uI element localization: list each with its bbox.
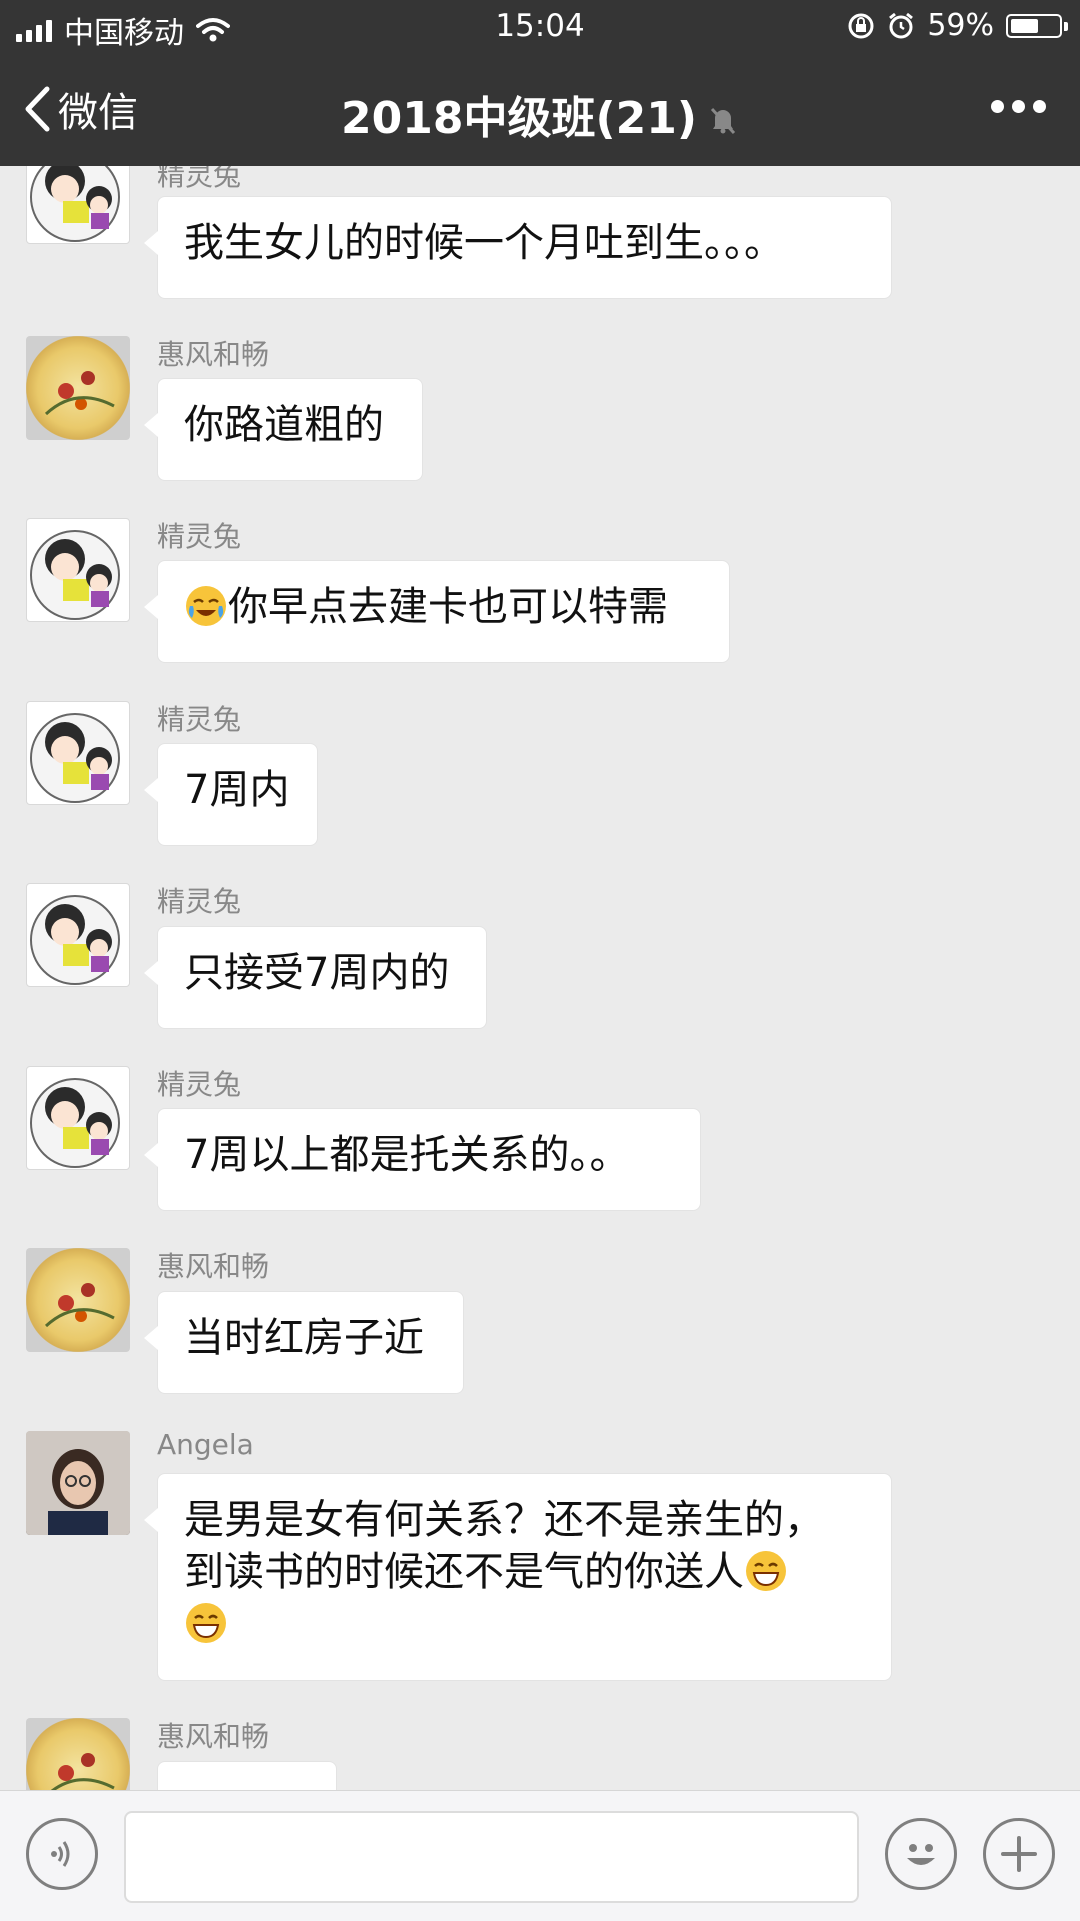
grinning-emoji: [746, 1551, 786, 1591]
plus-icon: [1001, 1836, 1037, 1872]
message-text: 7周以上都是托关系的。。: [184, 1132, 630, 1178]
girl-avatar[interactable]: [26, 1066, 130, 1170]
message-bubble[interactable]: 当时红房子近: [144, 1291, 464, 1394]
sender-name: Angela: [157, 1428, 254, 1461]
message-text-line: 到读书的时候还不是气的你送人: [184, 1546, 865, 1598]
flower-avatar[interactable]: [26, 1248, 130, 1352]
message-text-line: [184, 1598, 865, 1650]
message-text: 你早点去建卡也可以特需: [228, 584, 668, 630]
chat-title: 2018中级班(21): [0, 82, 1080, 147]
status-right: 59%: [847, 8, 1068, 43]
message-bubble[interactable]: 只接受7周内的: [144, 926, 487, 1029]
status-bar: 中国移动 15:04 59%: [0, 0, 1080, 54]
input-bar: [0, 1790, 1080, 1921]
crying-laughing-emoji: [186, 586, 226, 626]
message-bubble[interactable]: [157, 1761, 337, 1790]
chat-title-text: 2018中级班(21): [341, 93, 697, 144]
girl-avatar[interactable]: [26, 166, 130, 244]
message-text: 只接受7周内的: [184, 950, 450, 996]
message-bubble[interactable]: 7周以上都是托关系的。。: [144, 1108, 701, 1211]
photo-avatar[interactable]: [26, 1431, 130, 1535]
emoji-icon: [907, 1844, 935, 1865]
battery-percent: 59%: [927, 8, 994, 43]
sender-name: 精灵兔: [157, 703, 242, 736]
message-bubble[interactable]: 你早点去建卡也可以特需: [144, 560, 730, 663]
sender-name: 精灵兔: [157, 166, 242, 192]
emoji-button[interactable]: [885, 1818, 957, 1890]
top-bar: 中国移动 15:04 59% 微信 2018中级班(21): [0, 0, 1080, 166]
message-text: 当时红房子近: [184, 1315, 424, 1361]
message-bubble[interactable]: 7周内: [144, 743, 318, 846]
more-button[interactable]: [991, 100, 1046, 113]
sender-name: 精灵兔: [157, 885, 242, 918]
alarm-icon: [889, 12, 914, 38]
sender-name: 精灵兔: [157, 1068, 242, 1101]
message-input[interactable]: [124, 1811, 859, 1903]
girl-avatar[interactable]: [26, 701, 130, 805]
sender-name: 惠风和畅: [157, 1250, 270, 1283]
battery-icon: [1006, 13, 1068, 38]
message-bubble[interactable]: 你路道粗的: [144, 378, 423, 481]
message-text: 7周内: [184, 767, 290, 813]
rotation-lock-icon: [848, 13, 874, 38]
voice-icon: [51, 1841, 70, 1867]
grinning-emoji: [186, 1603, 226, 1643]
message-text: 我生女儿的时候一个月吐到生。。。: [184, 220, 784, 266]
message-text: 你路道粗的: [184, 402, 384, 448]
message-bubble[interactable]: 我生女儿的时候一个月吐到生。。。: [144, 196, 892, 299]
plus-button[interactable]: [983, 1818, 1055, 1890]
girl-avatar[interactable]: [26, 518, 130, 622]
voice-button[interactable]: [26, 1818, 98, 1890]
sender-name: 精灵兔: [157, 520, 242, 553]
message-bubble[interactable]: 是男是女有何关系？还不是亲生的， 到读书的时候还不是气的你送人: [144, 1473, 892, 1681]
nav-bar: 微信 2018中级班(21): [0, 60, 1080, 160]
flower-avatar[interactable]: [26, 1718, 130, 1790]
message-text-line: 是男是女有何关系？还不是亲生的，: [184, 1497, 824, 1543]
chat-area[interactable]: 精灵兔 我生女儿的时候一个月吐到生。。。 惠风和畅 你路道粗的 精灵兔 你早点去…: [0, 166, 1080, 1790]
mute-bell-icon: [710, 107, 736, 134]
sender-name: 惠风和畅: [157, 338, 270, 371]
sender-name: 惠风和畅: [157, 1720, 270, 1753]
girl-avatar[interactable]: [26, 883, 130, 987]
flower-avatar[interactable]: [26, 336, 130, 440]
